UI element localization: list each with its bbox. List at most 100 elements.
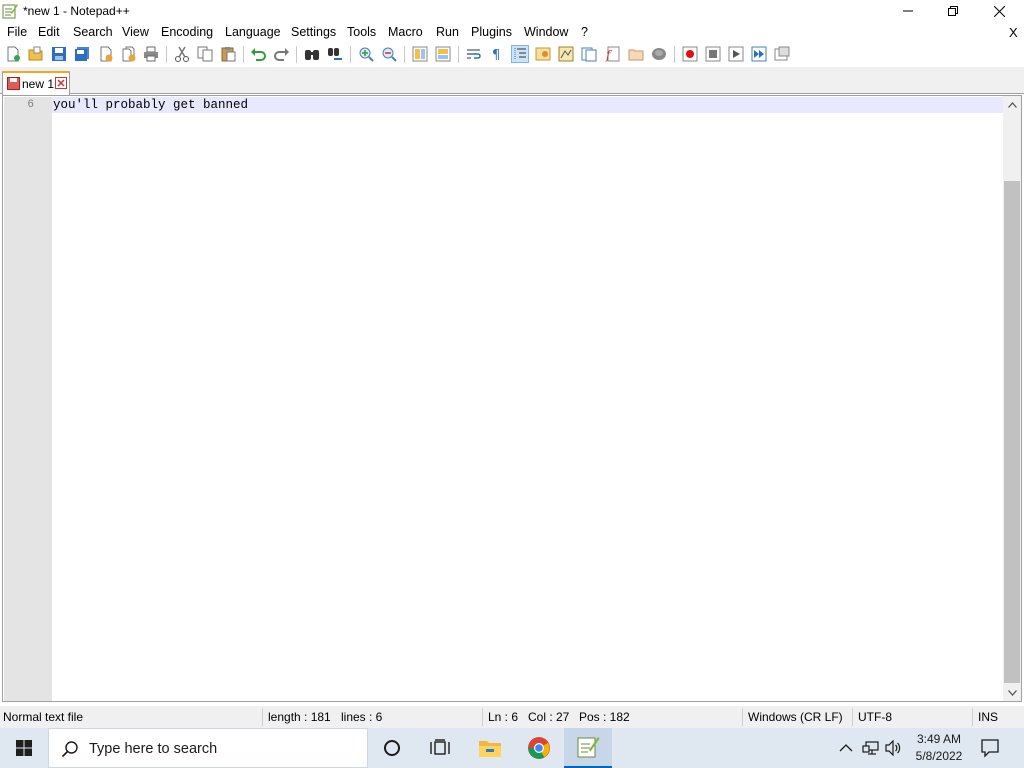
- menu-settings[interactable]: Settings: [291, 25, 336, 39]
- line-number-gutter: 6: [4, 97, 52, 701]
- menu-tools[interactable]: Tools: [347, 25, 376, 39]
- stop-recording-icon[interactable]: [705, 46, 721, 62]
- status-length: length : 181: [268, 710, 331, 724]
- file-explorer-button[interactable]: [466, 728, 514, 768]
- find-icon[interactable]: [304, 46, 320, 62]
- menu-view[interactable]: View: [122, 25, 149, 39]
- show-all-characters-icon[interactable]: ¶: [489, 46, 505, 62]
- user-defined-language-icon[interactable]: [535, 46, 551, 62]
- document-list-icon[interactable]: [581, 46, 597, 62]
- menu-file[interactable]: File: [7, 25, 27, 39]
- cortana-icon: [384, 740, 400, 756]
- network-icon[interactable]: [862, 740, 880, 756]
- search-icon: [61, 741, 78, 758]
- sync-horizontal-icon[interactable]: [435, 46, 451, 62]
- chrome-button[interactable]: [515, 728, 563, 768]
- toolbar-separator: [296, 46, 297, 63]
- notepad-plus-plus-taskbar-button[interactable]: [564, 728, 612, 768]
- cut-icon[interactable]: [174, 46, 190, 62]
- notepad-plus-plus-app-icon[interactable]: [2, 3, 18, 19]
- taskbar-search-box[interactable]: Type here to search: [48, 728, 368, 768]
- word-wrap-icon[interactable]: [466, 46, 482, 62]
- paste-icon[interactable]: [220, 46, 236, 62]
- menu-edit[interactable]: Edit: [38, 25, 60, 39]
- menu-language[interactable]: Language: [225, 25, 281, 39]
- zoom-out-icon[interactable]: [381, 46, 397, 62]
- toolbar-separator: [243, 46, 244, 63]
- clock-time[interactable]: 3:49 AM: [904, 732, 974, 746]
- restore-button[interactable]: [930, 0, 976, 22]
- minimize-icon: [903, 10, 913, 12]
- menu-run[interactable]: Run: [436, 25, 459, 39]
- status-separator: [262, 708, 263, 726]
- copy-icon[interactable]: [197, 46, 213, 62]
- new-file-icon[interactable]: [5, 46, 21, 62]
- sync-vertical-icon[interactable]: [412, 46, 428, 62]
- run-macro-multiple-icon[interactable]: [751, 46, 767, 62]
- menu-encoding[interactable]: Encoding: [161, 25, 213, 39]
- restore-icon: [948, 6, 958, 16]
- toolbar-separator: [404, 46, 405, 63]
- save-macro-icon[interactable]: [774, 46, 790, 62]
- windows-logo-icon: [16, 740, 32, 756]
- close-window-button[interactable]: [976, 0, 1022, 22]
- status-line: Ln : 6: [488, 710, 519, 724]
- redo-icon[interactable]: [274, 46, 290, 62]
- editor[interactable]: 6 you'll probably get banned: [2, 95, 1022, 702]
- status-separator: [972, 708, 973, 726]
- open-file-icon[interactable]: [28, 46, 44, 62]
- scroll-up-button[interactable]: [1003, 96, 1021, 113]
- start-button[interactable]: [0, 728, 48, 768]
- status-encoding[interactable]: UTF-8: [858, 710, 892, 724]
- save-icon[interactable]: [51, 46, 67, 62]
- document-map-icon[interactable]: [558, 46, 574, 62]
- folder-as-workspace-icon[interactable]: [628, 46, 644, 62]
- save-all-icon[interactable]: [74, 46, 90, 62]
- monitoring-icon[interactable]: [651, 46, 667, 62]
- window-title: *new 1 - Notepad++: [23, 4, 130, 18]
- menu-window[interactable]: Window: [524, 25, 568, 39]
- scrollbar-thumb[interactable]: [1004, 181, 1020, 683]
- notepad-plus-plus-icon: [577, 737, 600, 758]
- svg-text:¶: ¶: [492, 48, 500, 62]
- minimize-button[interactable]: [885, 0, 931, 22]
- editor-text-line[interactable]: you'll probably get banned: [53, 98, 248, 112]
- volume-icon[interactable]: [885, 740, 903, 756]
- close-all-icon[interactable]: [121, 46, 137, 62]
- playback-macro-icon[interactable]: [728, 46, 744, 62]
- clock-date[interactable]: 5/8/2022: [904, 749, 974, 763]
- toolbar-separator: [458, 46, 459, 63]
- status-lines: lines : 6: [341, 710, 383, 724]
- close-file-icon[interactable]: [98, 46, 114, 62]
- indent-guide-icon[interactable]: [511, 45, 529, 63]
- close-tab-icon[interactable]: [55, 77, 67, 89]
- toolbar-separator: [674, 46, 675, 63]
- chrome-icon: [528, 737, 550, 759]
- tab-bar: new 1: [0, 67, 1024, 95]
- undo-icon[interactable]: [250, 46, 266, 62]
- line-number: 6: [27, 99, 34, 111]
- replace-icon[interactable]: [327, 46, 343, 62]
- zoom-in-icon[interactable]: [358, 46, 374, 62]
- vertical-scrollbar[interactable]: [1003, 96, 1021, 701]
- windows-taskbar: Type here to search 3:49 AM 5/8/2022: [0, 728, 1024, 768]
- menu-bar: File Edit Search View Encoding Language …: [0, 22, 1024, 42]
- menu-search[interactable]: Search: [73, 25, 113, 39]
- tab-new-1[interactable]: new 1: [2, 71, 70, 95]
- function-list-icon[interactable]: f: [605, 46, 621, 62]
- cortana-button[interactable]: [368, 728, 416, 768]
- status-eol[interactable]: Windows (CR LF): [748, 710, 843, 724]
- close-document-button[interactable]: X: [1009, 25, 1018, 40]
- task-view-button[interactable]: [416, 728, 464, 768]
- print-icon[interactable]: [143, 46, 159, 62]
- notification-center-icon[interactable]: [978, 736, 1002, 760]
- menu-macro[interactable]: Macro: [388, 25, 423, 39]
- status-insert-mode[interactable]: INS: [978, 710, 998, 724]
- menu-help[interactable]: ?: [581, 25, 588, 39]
- close-icon: [993, 5, 1005, 17]
- menu-plugins[interactable]: Plugins: [471, 25, 512, 39]
- record-macro-icon[interactable]: [682, 46, 698, 62]
- scroll-down-button[interactable]: [1003, 684, 1021, 701]
- status-file-type: Normal text file: [3, 710, 84, 724]
- show-hidden-icons-chevron-icon[interactable]: [838, 740, 854, 756]
